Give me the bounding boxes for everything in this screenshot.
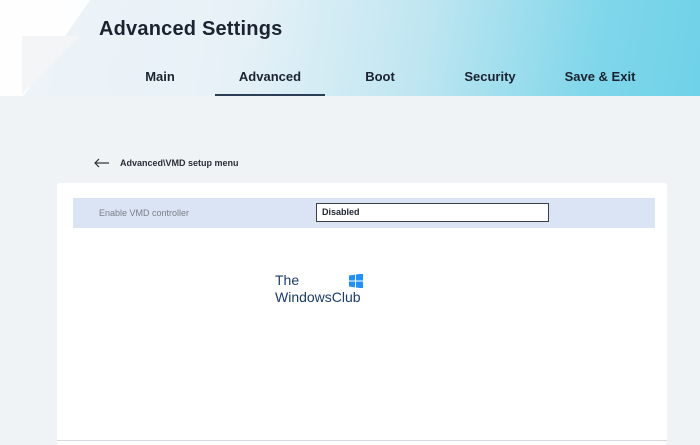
- tab-bar: Main Advanced Boot Security Save & Exit: [0, 62, 700, 96]
- vmd-controller-select[interactable]: Disabled: [316, 203, 549, 222]
- tab-save-exit[interactable]: Save & Exit: [555, 62, 645, 94]
- divider: [57, 440, 667, 441]
- setting-row-enable-vmd[interactable]: Enable VMD controller Disabled: [73, 198, 655, 228]
- setting-label: Enable VMD controller: [99, 208, 190, 218]
- header: Advanced Settings Main Advanced Boot Sec…: [0, 0, 700, 96]
- breadcrumb[interactable]: Advanced\VMD setup menu: [94, 154, 239, 172]
- breadcrumb-text: Advanced\VMD setup menu: [120, 158, 239, 168]
- watermark: The WindowsClub: [275, 272, 375, 308]
- tab-security[interactable]: Security: [450, 62, 530, 94]
- tab-main[interactable]: Main: [130, 62, 190, 94]
- tab-boot[interactable]: Boot: [350, 62, 410, 94]
- watermark-line1: The: [275, 272, 300, 288]
- watermark-line2: WindowsClub: [275, 289, 361, 305]
- arrow-left-icon[interactable]: [94, 156, 110, 170]
- bios-setup-screen: Advanced Settings Main Advanced Boot Sec…: [0, 0, 700, 445]
- windows-logo-icon: [349, 273, 363, 289]
- tab-advanced[interactable]: Advanced: [215, 62, 325, 96]
- page-title: Advanced Settings: [99, 18, 283, 40]
